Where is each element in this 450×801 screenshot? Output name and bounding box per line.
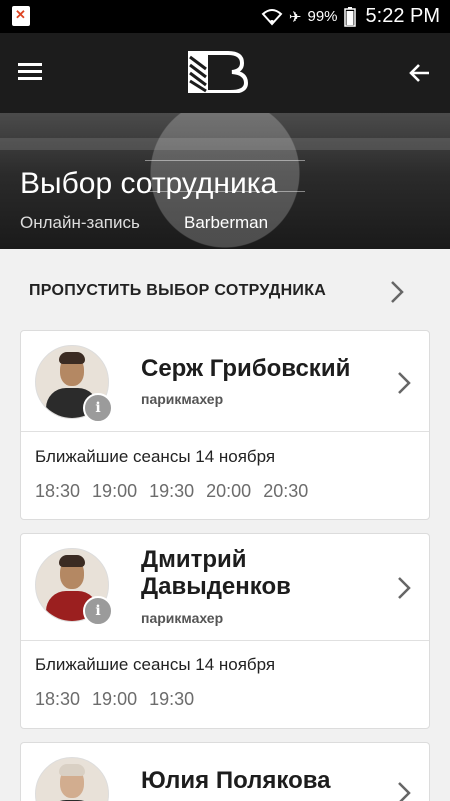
menu-icon[interactable] xyxy=(18,63,42,81)
info-icon[interactable]: i xyxy=(83,393,113,423)
staff-name: Дмитрий Давыденков xyxy=(141,546,291,600)
wifi-icon xyxy=(261,8,283,25)
airplane-icon: ✈ xyxy=(288,8,302,26)
battery-percent: 99% xyxy=(307,8,338,25)
time-slots: 18:30 19:00 19:30 20:00 20:30 xyxy=(35,481,308,502)
divider xyxy=(21,640,429,641)
time-slot[interactable]: 20:00 xyxy=(206,481,251,502)
chevron-right-icon xyxy=(391,281,404,303)
time-slot[interactable]: 20:30 xyxy=(263,481,308,502)
time-slots: 18:30 19:00 19:30 xyxy=(35,689,194,710)
staff-card: i Дмитрий Давыденков парикмахер Ближайши… xyxy=(20,533,430,729)
time-slot[interactable]: 19:30 xyxy=(149,689,194,710)
clock: 5:22 PM xyxy=(365,5,440,27)
status-indicators: ✈ 99% 5:22 PM xyxy=(261,5,440,28)
salon-name: Barberman xyxy=(184,213,269,232)
chevron-right-icon xyxy=(398,577,411,599)
sessions-label: Ближайшие сеансы 14 ноября xyxy=(35,655,276,674)
staff-role: парикмахер xyxy=(141,610,224,626)
chevron-right-icon xyxy=(398,372,411,394)
skip-staff-selection-button[interactable]: ПРОПУСТИТЬ ВЫБОР СОТРУДНИКА xyxy=(0,268,450,316)
staff-name: Юлия Полякова xyxy=(141,767,331,794)
time-slot[interactable]: 19:30 xyxy=(149,481,194,502)
info-icon[interactable]: i xyxy=(83,596,113,626)
status-bar: ✈ 99% 5:22 PM xyxy=(0,0,450,33)
time-slot[interactable]: 18:30 xyxy=(35,689,80,710)
sessions-label: Ближайшие сеансы 14 ноября xyxy=(35,447,276,466)
skip-label: ПРОПУСТИТЬ ВЫБОР СОТРУДНИКА xyxy=(29,282,327,299)
back-arrow-icon[interactable] xyxy=(408,61,432,85)
staff-avatar xyxy=(35,757,109,801)
header-banner: Выбор сотрудника Онлайн-запись Barberman xyxy=(0,113,450,249)
staff-card-header[interactable]: i Серж Грибовский парикмахер xyxy=(21,331,429,431)
staff-card-header[interactable]: Юлия Полякова xyxy=(21,743,429,801)
time-slot[interactable]: 19:00 xyxy=(92,689,137,710)
divider xyxy=(21,431,429,432)
staff-card-header[interactable]: i Дмитрий Давыденков парикмахер xyxy=(21,534,429,640)
time-slot[interactable]: 19:00 xyxy=(92,481,137,502)
page-title: Выбор сотрудника xyxy=(20,167,278,200)
staff-card: Юлия Полякова xyxy=(20,742,430,801)
notification-icon xyxy=(12,6,30,26)
page-subtitle: Онлайн-запись xyxy=(20,213,140,232)
barberman-logo xyxy=(188,51,249,93)
time-slot[interactable]: 18:30 xyxy=(35,481,80,502)
battery-icon xyxy=(343,6,356,27)
chevron-right-icon xyxy=(398,782,411,801)
staff-role: парикмахер xyxy=(141,391,224,407)
staff-card: i Серж Грибовский парикмахер Ближайшие с… xyxy=(20,330,430,520)
staff-name: Серж Грибовский xyxy=(141,355,351,382)
app-bar xyxy=(0,33,450,113)
